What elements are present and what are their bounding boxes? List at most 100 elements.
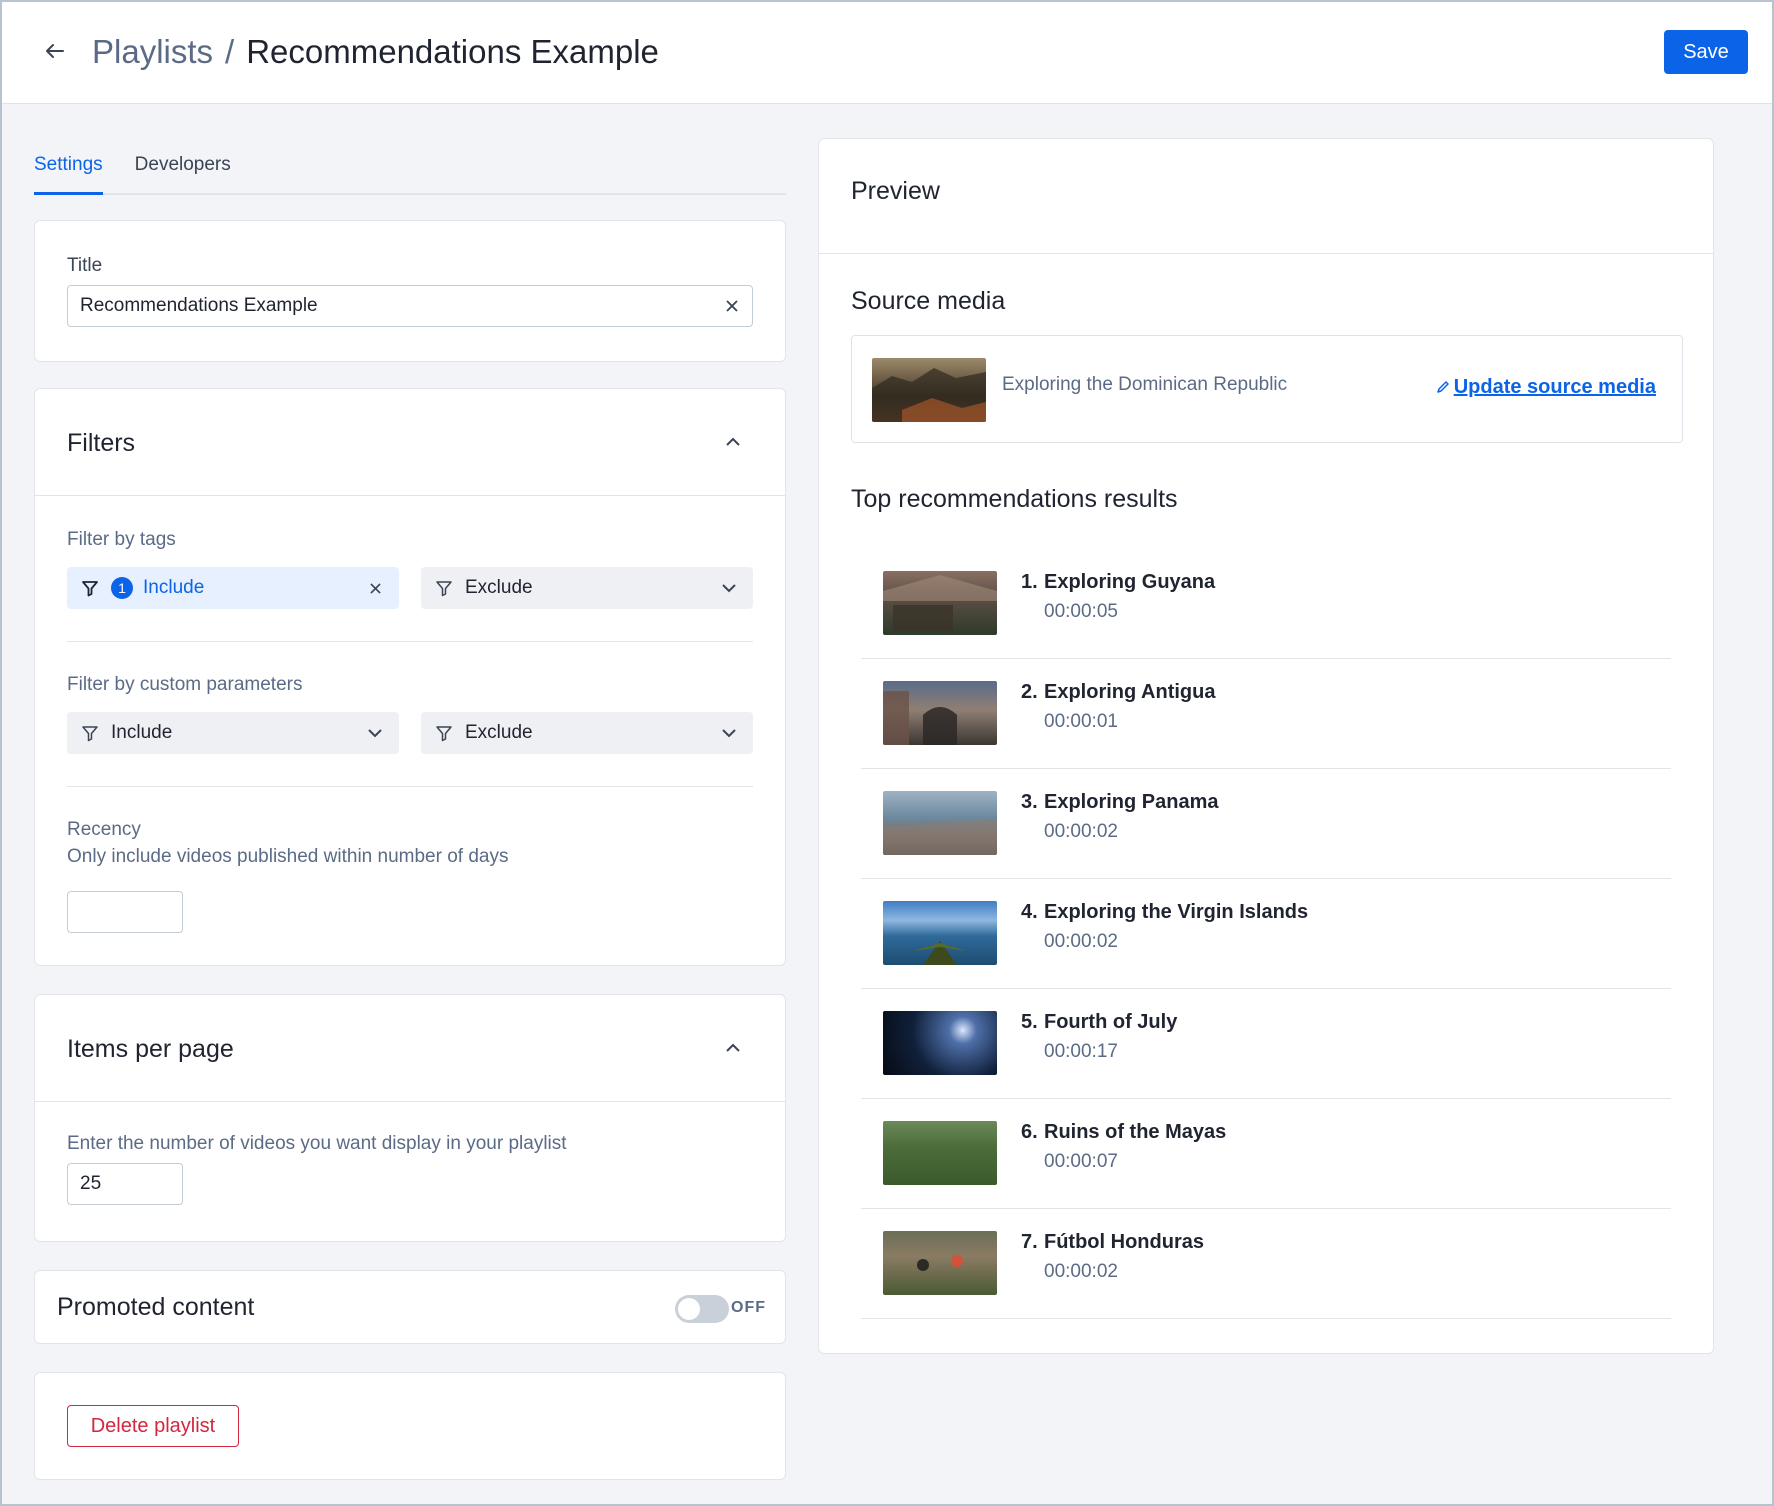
collapse-filters-chevron-up-icon[interactable] <box>719 427 747 455</box>
source-media-box: Exploring the Dominican Republic Update … <box>851 335 1683 443</box>
filters-card: Filters Filter by tags 1 Include Exclude <box>34 388 786 966</box>
items-per-page-title: Items per page <box>67 1035 234 1063</box>
source-media-thumbnail <box>872 358 986 422</box>
custom-exclude-select[interactable]: Exclude <box>421 712 753 754</box>
recommendation-item[interactable]: 4. Exploring the Virgin Islands 00:00:02 <box>861 879 1671 989</box>
recommendation-index: 5. <box>1021 1011 1038 1033</box>
chevron-down-icon <box>719 578 739 598</box>
recency-hint: Only include videos published within num… <box>67 846 509 867</box>
title-input[interactable]: Recommendations Example <box>67 285 753 327</box>
update-source-media-link[interactable]: Update source media <box>1454 376 1656 399</box>
recommendation-item[interactable]: 2. Exploring Antigua 00:00:01 <box>861 659 1671 769</box>
recommendation-duration: 00:00:01 <box>1044 711 1118 732</box>
recommendation-index: 7. <box>1021 1231 1038 1253</box>
recommendation-item[interactable]: 3. Exploring Panama 00:00:02 <box>861 769 1671 879</box>
tab-bar: Settings Developers <box>34 142 786 195</box>
save-button[interactable]: Save <box>1664 30 1748 74</box>
recommendation-index: 1. <box>1021 571 1038 593</box>
recommendation-index: 2. <box>1021 681 1038 703</box>
recommendation-index: 6. <box>1021 1121 1038 1143</box>
recommendation-thumbnail <box>883 901 997 965</box>
clear-icon[interactable] <box>723 297 741 315</box>
tags-exclude-label: Exclude <box>465 577 533 598</box>
recommendation-thumbnail <box>883 791 997 855</box>
page-title: Recommendations Example <box>246 33 659 70</box>
recommendation-title: Exploring Guyana <box>1044 571 1216 593</box>
source-media-name: Exploring the Dominican Republic <box>1002 374 1288 395</box>
top-recommendations-title: Top recommendations results <box>851 485 1178 513</box>
delete-playlist-button[interactable]: Delete playlist <box>67 1405 239 1447</box>
preview-title: Preview <box>851 177 940 205</box>
recommendation-thumbnail <box>883 1231 997 1295</box>
app-frame: Playlists / Recommendations Example Save… <box>0 0 1774 1506</box>
recommendation-item[interactable]: 1. Exploring Guyana 00:00:05 <box>861 549 1671 659</box>
title-card: Title Recommendations Example <box>34 220 786 362</box>
breadcrumb: Playlists / Recommendations Example <box>92 30 659 74</box>
pencil-icon <box>1436 380 1454 398</box>
custom-include-label: Include <box>111 722 173 743</box>
delete-card: Delete playlist <box>34 1372 786 1480</box>
toggle-knob <box>678 1298 700 1320</box>
tags-exclude-select[interactable]: Exclude <box>421 567 753 609</box>
recommendation-item[interactable]: 6. Ruins of the Mayas 00:00:07 <box>861 1099 1671 1209</box>
recommendation-title: Exploring the Virgin Islands <box>1044 901 1309 923</box>
collapse-items-chevron-up-icon[interactable] <box>719 1033 747 1061</box>
clear-tags-include-close-icon[interactable] <box>365 578 385 598</box>
filters-title: Filters <box>67 429 136 457</box>
recommendation-thumbnail <box>883 1121 997 1185</box>
recommendation-thumbnail <box>883 681 997 745</box>
filter-outline-icon <box>435 723 455 743</box>
back-arrow-icon[interactable] <box>38 34 72 68</box>
chevron-down-icon <box>719 723 739 743</box>
preview-header-divider <box>819 253 1713 254</box>
recommendation-title: Fútbol Honduras <box>1044 1231 1204 1253</box>
recommendation-index: 3. <box>1021 791 1038 813</box>
filters-divider-1 <box>67 641 753 642</box>
promoted-content-toggle[interactable] <box>675 1295 729 1323</box>
source-media-title: Source media <box>851 287 1006 315</box>
filter-icon <box>81 578 101 598</box>
items-header-divider <box>35 1101 785 1102</box>
recommendation-duration: 00:00:07 <box>1044 1151 1118 1172</box>
recommendation-index: 4. <box>1021 901 1038 923</box>
recommendation-duration: 00:00:02 <box>1044 1261 1118 1282</box>
tab-developers[interactable]: Developers <box>135 142 231 195</box>
top-bar: Playlists / Recommendations Example Save <box>2 2 1772 104</box>
custom-include-select[interactable]: Include <box>67 712 399 754</box>
recommendation-title: Exploring Antigua <box>1044 681 1216 703</box>
breadcrumb-separator: / <box>225 33 235 70</box>
items-per-page-input[interactable] <box>67 1163 183 1205</box>
filter-by-custom-label: Filter by custom parameters <box>67 674 303 695</box>
chevron-down-icon <box>365 723 385 743</box>
tags-include-label: Include <box>143 577 205 598</box>
title-label: Title <box>67 255 103 276</box>
custom-exclude-label: Exclude <box>465 722 533 743</box>
recommendation-item[interactable]: 5. Fourth of July 00:00:17 <box>861 989 1671 1099</box>
recommendation-duration: 00:00:17 <box>1044 1041 1118 1062</box>
filter-outline-icon <box>81 723 101 743</box>
filters-divider-2 <box>67 786 753 787</box>
recommendation-duration: 00:00:02 <box>1044 821 1118 842</box>
tags-include-count-badge: 1 <box>111 577 133 599</box>
recommendation-title: Fourth of July <box>1044 1011 1178 1033</box>
recommendation-item[interactable]: 7. Fútbol Honduras 00:00:02 <box>861 1209 1671 1319</box>
recommendation-title: Ruins of the Mayas <box>1044 1121 1227 1143</box>
tab-settings[interactable]: Settings <box>34 142 103 195</box>
promoted-content-title: Promoted content <box>57 1293 255 1321</box>
title-input-value: Recommendations Example <box>80 295 318 316</box>
recommendation-duration: 00:00:02 <box>1044 931 1118 952</box>
recommendation-thumbnail <box>883 571 997 635</box>
tags-include-select[interactable]: 1 Include <box>67 567 399 609</box>
filters-header-divider <box>35 495 785 496</box>
recency-label: Recency <box>67 819 141 840</box>
filter-outline-icon <box>435 578 455 598</box>
items-per-page-card: Items per page Enter the number of video… <box>34 994 786 1242</box>
recommendation-title: Exploring Panama <box>1044 791 1219 813</box>
preview-panel: Preview Source media Exploring the Domin… <box>818 138 1714 1354</box>
toggle-state-label: OFF <box>731 1299 766 1316</box>
filter-by-tags-label: Filter by tags <box>67 529 176 550</box>
promoted-content-card: Promoted content OFF <box>34 1270 786 1344</box>
recency-days-input[interactable] <box>67 891 183 933</box>
items-per-page-hint: Enter the number of videos you want disp… <box>67 1133 567 1154</box>
breadcrumb-playlists-link[interactable]: Playlists <box>92 30 213 74</box>
